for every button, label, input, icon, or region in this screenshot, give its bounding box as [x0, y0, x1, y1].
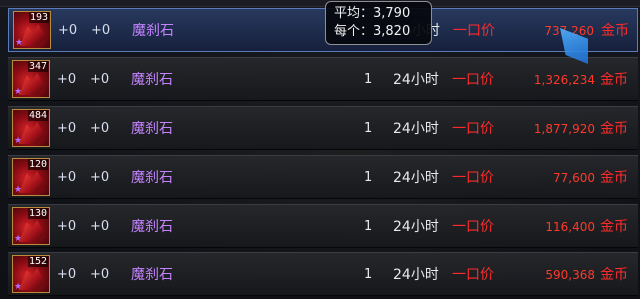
item-name[interactable]: 魔刹石 — [131, 156, 173, 200]
star-icon: ★ — [14, 185, 23, 195]
quantity: 1 — [364, 72, 373, 87]
magic-stone-icon[interactable]: 152 ★ — [12, 255, 50, 293]
column-header-strip — [0, 0, 640, 7]
refine-level: +0 — [90, 267, 110, 282]
item-name[interactable]: 魔刹石 — [131, 58, 173, 102]
refine-level: +0 — [90, 170, 110, 185]
duration: 24小时 — [393, 170, 439, 186]
duration: 24小时 — [393, 219, 439, 235]
price: 590,368 — [545, 268, 595, 282]
listing-row[interactable]: 152 ★ +0 +0 魔刹石 1 24小时 一口价 590,368 金币 — [8, 252, 638, 296]
item-name[interactable]: 魔刹石 — [131, 205, 173, 249]
stack-count: 484 — [27, 110, 48, 121]
quantity: 1 — [364, 219, 373, 234]
enhance-level: +0 — [57, 72, 77, 87]
item-name[interactable]: 魔刹石 — [131, 107, 173, 151]
listing-row[interactable]: 120 ★ +0 +0 魔刹石 1 24小时 一口价 77,600 金币 — [8, 155, 638, 199]
star-icon: ★ — [14, 136, 23, 146]
refine-level: +0 — [90, 72, 110, 87]
listing-row[interactable]: 484 ★ +0 +0 魔刹石 1 24小时 一口价 1,877,920 金币 — [8, 106, 638, 150]
listing-row[interactable]: 193 ★ +0 +0 魔刹石 24小时 一口价 737,260 金币 — [8, 8, 638, 52]
stack-count: 193 — [28, 12, 49, 23]
star-icon: ★ — [14, 282, 23, 292]
item-name[interactable]: 魔刹石 — [132, 9, 174, 53]
price-type: 一口价 — [452, 267, 494, 283]
currency: 金币 — [600, 121, 628, 137]
wing-shape — [19, 171, 45, 193]
refine-level: +0 — [90, 219, 110, 234]
magic-stone-icon[interactable]: 130 ★ — [12, 207, 50, 245]
enhance-level: +0 — [57, 121, 77, 136]
enhance-level: +0 — [57, 219, 77, 234]
magic-stone-icon[interactable]: 120 ★ — [12, 158, 50, 196]
price: 1,877,920 — [533, 122, 595, 136]
currency: 金币 — [601, 23, 629, 39]
price-tooltip: 平均：3,790 每个：3,820 — [325, 1, 432, 45]
price-type: 一口价 — [452, 219, 494, 235]
star-icon: ★ — [14, 87, 23, 97]
currency: 金币 — [600, 72, 628, 88]
wing-shape — [19, 122, 45, 144]
magic-stone-icon[interactable]: 347 ★ — [12, 60, 50, 98]
price: 116,400 — [545, 220, 595, 234]
price-type: 一口价 — [453, 23, 495, 39]
enhance-level: +0 — [57, 170, 77, 185]
item-name[interactable]: 魔刹石 — [131, 253, 173, 297]
wing-shape — [20, 24, 46, 46]
currency: 金币 — [600, 267, 628, 283]
stack-count: 152 — [27, 256, 48, 267]
star-icon: ★ — [14, 234, 23, 244]
duration: 24小时 — [393, 72, 439, 88]
duration: 24小时 — [393, 267, 439, 283]
wing-shape — [19, 73, 45, 95]
stack-count: 347 — [27, 61, 48, 72]
duration: 24小时 — [393, 121, 439, 137]
price-type: 一口价 — [452, 170, 494, 186]
currency: 金币 — [600, 170, 628, 186]
refine-level: +0 — [91, 23, 111, 38]
refine-level: +0 — [90, 121, 110, 136]
listing-row[interactable]: 130 ★ +0 +0 魔刹石 1 24小时 一口价 116,400 金币 — [8, 204, 638, 248]
stack-count: 120 — [27, 159, 48, 170]
star-icon: ★ — [15, 38, 24, 48]
quantity: 1 — [364, 267, 373, 282]
tooltip-each: 每个：3,820 — [334, 24, 411, 39]
magic-stone-icon[interactable]: 193 ★ — [13, 11, 51, 49]
price-type: 一口价 — [452, 121, 494, 137]
price: 1,326,234 — [533, 73, 595, 87]
quantity: 1 — [364, 121, 373, 136]
currency: 金币 — [600, 219, 628, 235]
enhance-level: +0 — [58, 23, 78, 38]
price-type: 一口价 — [452, 72, 494, 88]
wing-shape — [19, 220, 45, 242]
wing-shape — [19, 268, 45, 290]
tooltip-average: 平均：3,790 — [334, 6, 411, 21]
magic-stone-icon[interactable]: 484 ★ — [12, 109, 50, 147]
stack-count: 130 — [27, 208, 48, 219]
enhance-level: +0 — [57, 267, 77, 282]
price: 77,600 — [553, 171, 595, 185]
quantity: 1 — [364, 170, 373, 185]
listing-row[interactable]: 347 ★ +0 +0 魔刹石 1 24小时 一口价 1,326,234 金币 — [8, 57, 638, 101]
